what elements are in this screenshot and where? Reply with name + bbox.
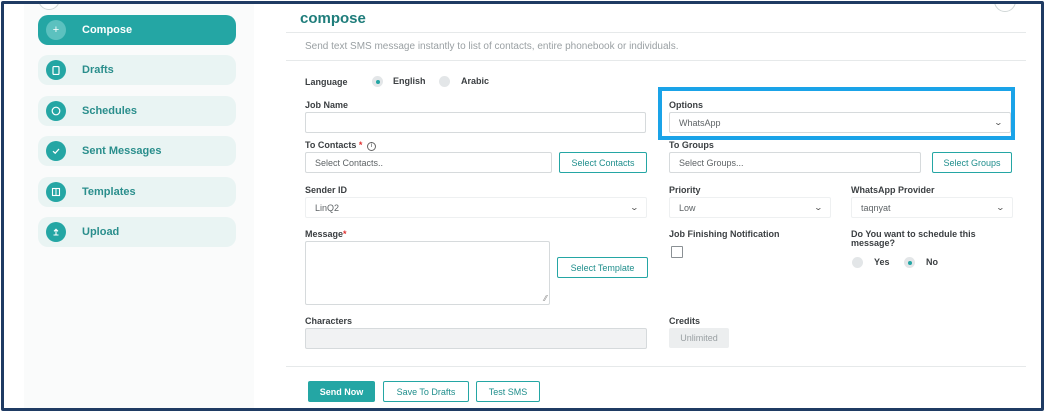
- user-avatar[interactable]: [994, 4, 1016, 12]
- to-groups-input[interactable]: Select Groups...: [669, 152, 921, 173]
- to-contacts-label: To Contacts * i: [305, 140, 376, 151]
- sidebar-item-label: Compose: [82, 24, 133, 36]
- send-now-button[interactable]: Send Now: [308, 381, 375, 402]
- schedule-option-yes: Yes: [874, 257, 890, 267]
- sender-id-value: LinQ2: [315, 202, 340, 213]
- test-sms-button[interactable]: Test SMS: [476, 381, 540, 402]
- title-divider: [286, 32, 1026, 33]
- sidebar-item-drafts[interactable]: Drafts: [38, 55, 236, 85]
- document-icon: [46, 60, 66, 80]
- job-finishing-notification-checkbox[interactable]: [671, 246, 683, 258]
- compose-panel: compose Send text SMS message instantly …: [286, 4, 1026, 408]
- page-title: compose: [300, 10, 366, 27]
- message-label-text: Message: [305, 229, 344, 239]
- app-frame: + Compose Drafts Schedules Sent Messages: [1, 1, 1044, 411]
- language-option-arabic: Arabic: [461, 76, 490, 86]
- priority-select[interactable]: Low ⌄: [669, 197, 831, 218]
- job-name-input[interactable]: [305, 112, 646, 133]
- language-radio-english[interactable]: [372, 76, 383, 87]
- message-textarea[interactable]: ⁄⁄: [305, 241, 550, 305]
- options-highlight-box: [658, 87, 1015, 140]
- to-groups-placeholder: Select Groups...: [679, 157, 744, 168]
- job-finishing-notification-label: Job Finishing Notification: [669, 229, 780, 239]
- schedule-radio-no[interactable]: [904, 257, 915, 268]
- sidebar-item-label: Drafts: [82, 64, 114, 76]
- info-icon[interactable]: i: [366, 142, 376, 151]
- to-contacts-placeholder: Select Contacts..: [315, 157, 384, 168]
- select-groups-button[interactable]: Select Groups: [932, 152, 1012, 173]
- sidebar-item-upload[interactable]: Upload: [38, 217, 236, 247]
- whatsapp-provider-value: taqnyat: [861, 202, 891, 213]
- required-marker: *: [358, 140, 363, 150]
- priority-value: Low: [679, 202, 696, 213]
- whatsapp-provider-label: WhatsApp Provider: [851, 185, 935, 195]
- language-label: Language: [305, 77, 348, 87]
- schedule-label-line2: message?: [851, 238, 896, 248]
- chevron-down-icon: ⌄: [629, 203, 640, 212]
- language-radio-arabic[interactable]: [439, 76, 450, 87]
- sidebar-item-label: Schedules: [82, 105, 138, 117]
- sidebar-item-sent-messages[interactable]: Sent Messages: [38, 136, 236, 166]
- to-contacts-input[interactable]: Select Contacts..: [305, 152, 552, 173]
- language-option-english: English: [393, 76, 426, 86]
- actions-divider: [286, 366, 1026, 367]
- logo-circle: [38, 4, 60, 10]
- sidebar-item-label: Sent Messages: [82, 145, 162, 157]
- page-subtitle: Send text SMS message instantly to list …: [305, 41, 679, 52]
- subtitle-divider: [286, 60, 1026, 61]
- whatsapp-provider-select[interactable]: taqnyat ⌄: [851, 197, 1013, 218]
- to-groups-label: To Groups: [669, 140, 714, 150]
- clock-icon: [46, 101, 66, 121]
- job-name-label: Job Name: [305, 100, 349, 110]
- sidebar-item-schedules[interactable]: Schedules: [38, 96, 236, 126]
- sidebar-item-compose[interactable]: + Compose: [38, 15, 236, 45]
- sidebar-item-label: Upload: [82, 226, 120, 238]
- chevron-down-icon: ⌄: [995, 203, 1006, 212]
- priority-label: Priority: [669, 185, 701, 195]
- check-icon: [46, 141, 66, 161]
- sidebar: + Compose Drafts Schedules Sent Messages: [24, 4, 254, 408]
- schedule-radio-yes[interactable]: [852, 257, 863, 268]
- save-to-drafts-button[interactable]: Save To Drafts: [383, 381, 469, 402]
- sender-id-label: Sender ID: [305, 185, 348, 195]
- plus-icon: +: [46, 20, 66, 40]
- resize-handle-icon[interactable]: ⁄⁄: [544, 294, 547, 303]
- credits-value: Unlimited: [669, 328, 729, 348]
- upload-icon: [46, 222, 66, 242]
- sidebar-item-label: Templates: [82, 186, 136, 198]
- select-template-button[interactable]: Select Template: [557, 257, 648, 278]
- chevron-down-icon: ⌄: [813, 203, 824, 212]
- schedule-option-no: No: [926, 257, 938, 267]
- sidebar-item-templates[interactable]: Templates: [38, 177, 236, 207]
- sender-id-select[interactable]: LinQ2 ⌄: [305, 197, 647, 218]
- credits-label: Credits: [669, 316, 701, 326]
- characters-field: [305, 328, 647, 349]
- required-marker: *: [343, 229, 347, 239]
- template-icon: [46, 182, 66, 202]
- message-label: Message*: [305, 229, 347, 239]
- to-contacts-label-text: To Contacts: [305, 140, 357, 150]
- characters-label: Characters: [305, 316, 353, 326]
- select-contacts-button[interactable]: Select Contacts: [559, 152, 647, 173]
